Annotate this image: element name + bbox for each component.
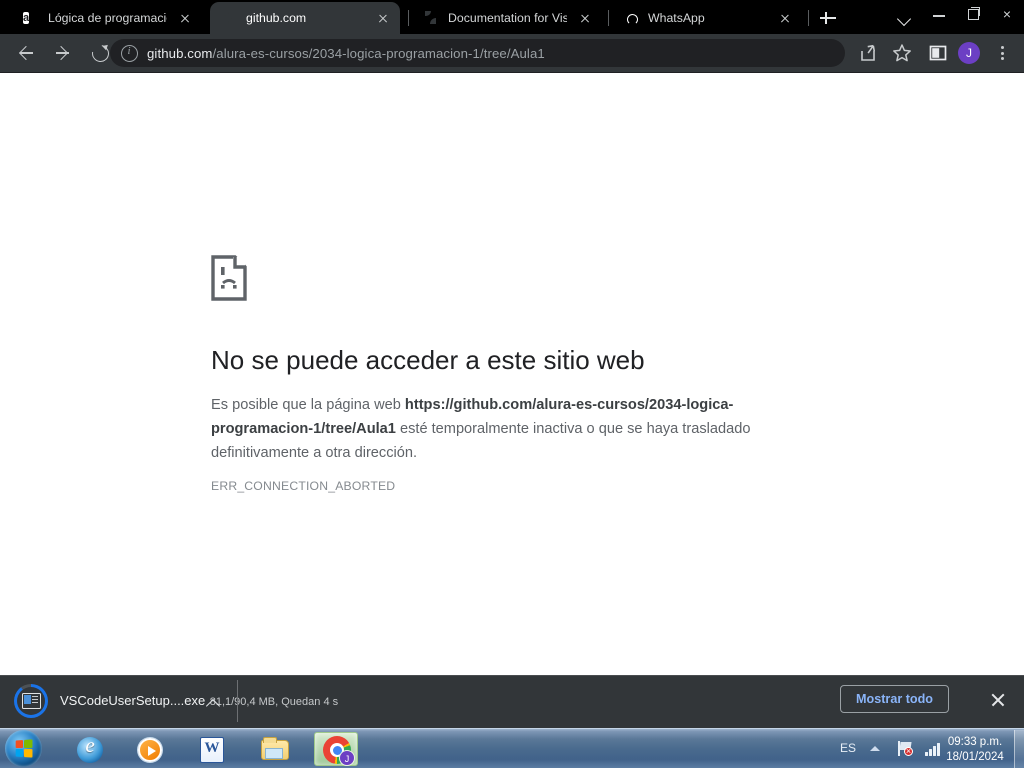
share-icon[interactable] <box>857 42 879 64</box>
clock-date: 18/01/2024 <box>946 751 1004 763</box>
clock-time: 09:33 p.m. <box>947 736 1003 748</box>
close-shelf-icon[interactable] <box>988 690 1008 710</box>
tab-title: Lógica de programación: <box>48 11 167 25</box>
signal-bars-icon[interactable] <box>925 742 942 756</box>
whatsapp-icon <box>623 10 639 26</box>
taskbar-clock[interactable]: 09:33 p.m. 18/01/2024 <box>944 735 1006 765</box>
tab-close-button[interactable] <box>776 9 794 27</box>
chrome-profile-badge: J <box>339 750 355 766</box>
address-bar[interactable]: github.com/alura-es-cursos/2034-logica-p… <box>110 39 845 67</box>
tab-title: WhatsApp <box>648 11 705 25</box>
taskbar-item-google-chrome[interactable]: J <box>314 732 358 766</box>
download-progress-ring <box>14 684 48 718</box>
screen: a Lógica de programación: github.com Doc… <box>0 0 1024 768</box>
tab-title: Documentation for Visual <box>448 11 567 25</box>
folder-icon <box>261 737 289 760</box>
minimize-button[interactable] <box>922 0 956 28</box>
taskbar-item-microsoft-word[interactable] <box>190 732 234 766</box>
tab-separator <box>608 10 609 26</box>
url-domain: github.com <box>147 45 213 61</box>
installer-file-icon <box>21 693 41 709</box>
taskbar-item-file-explorer[interactable] <box>253 732 297 766</box>
tab-separator <box>808 10 809 26</box>
download-item[interactable]: VSCodeUserSetup....exe 81,1/90,4 MB, Que… <box>14 684 338 718</box>
browser-toolbar: github.com/alura-es-cursos/2034-logica-p… <box>0 34 1024 72</box>
download-file-name: VSCodeUserSetup....exe <box>60 693 206 708</box>
show-desktop-button[interactable] <box>1014 730 1024 768</box>
alura-icon: a <box>23 10 39 26</box>
error-code: ERR_CONNECTION_ABORTED <box>211 479 396 493</box>
network-error-icon[interactable] <box>896 741 914 758</box>
show-hidden-icons-chevron-up-icon[interactable] <box>870 746 880 751</box>
browser-tab-1[interactable]: a Lógica de programación: <box>12 2 202 34</box>
error-description: Es posible que la página web https://git… <box>211 393 781 465</box>
url-path: /alura-es-cursos/2034-logica-programacio… <box>212 45 545 61</box>
show-all-downloads-button[interactable]: Mostrar todo <box>840 685 949 713</box>
sad-page-icon <box>211 255 247 301</box>
window-controls: × <box>922 0 1024 28</box>
tab-close-button[interactable] <box>576 9 594 27</box>
browser-window: a Lógica de programación: github.com Doc… <box>0 0 1024 728</box>
bookmark-star-icon[interactable] <box>891 42 913 64</box>
tab-close-button[interactable] <box>176 9 194 27</box>
forward-button[interactable] <box>48 38 78 68</box>
alura-icon-letter: a <box>23 12 30 24</box>
taskbar-item-internet-explorer[interactable] <box>68 732 112 766</box>
browser-tab-3[interactable]: Documentation for Visual <box>412 2 602 34</box>
internet-explorer-icon <box>77 733 103 763</box>
page-content: No se puede acceder a este sitio web Es … <box>0 73 1024 675</box>
browser-tab-4[interactable]: WhatsApp <box>612 2 802 34</box>
download-text: VSCodeUserSetup....exe 81,1/90,4 MB, Que… <box>60 692 338 710</box>
globe-icon <box>423 10 439 26</box>
close-window-button[interactable]: × <box>990 0 1024 28</box>
taskbar-item-windows-media-player[interactable] <box>128 732 172 766</box>
windows-taskbar: J ES 09:33 p.m. 18/01/2024 <box>0 728 1024 768</box>
browser-tab-2[interactable]: github.com <box>210 2 400 34</box>
language-indicator[interactable]: ES <box>840 741 856 755</box>
windows-logo-icon <box>15 739 33 758</box>
side-panel-icon[interactable] <box>927 42 949 64</box>
profile-avatar[interactable]: J <box>958 42 980 64</box>
word-icon <box>200 737 224 763</box>
download-status: 81,1/90,4 MB, Quedan 4 s <box>209 696 339 708</box>
media-player-icon <box>138 738 162 762</box>
browser-menu-icon[interactable] <box>992 42 1012 64</box>
back-button[interactable] <box>11 38 41 68</box>
error-description-prefix: Es posible que la página web <box>211 397 405 413</box>
restore-button[interactable] <box>956 0 990 28</box>
download-chevron-up-icon[interactable] <box>204 694 222 712</box>
new-tab-button[interactable] <box>818 8 838 28</box>
start-button[interactable] <box>5 730 42 767</box>
address-bar-url: github.com/alura-es-cursos/2034-logica-p… <box>147 46 545 61</box>
tab-close-button[interactable] <box>374 9 392 27</box>
page-title: No se puede acceder a este sitio web <box>211 345 645 375</box>
tab-search-chevron-down-icon[interactable] <box>895 9 913 27</box>
download-shelf-divider <box>237 680 238 722</box>
tab-title: github.com <box>246 11 307 25</box>
globe-icon <box>221 10 237 26</box>
tab-strip: a Lógica de programación: github.com Doc… <box>0 0 1024 34</box>
site-info-icon[interactable] <box>121 44 138 62</box>
tab-separator <box>408 10 409 26</box>
